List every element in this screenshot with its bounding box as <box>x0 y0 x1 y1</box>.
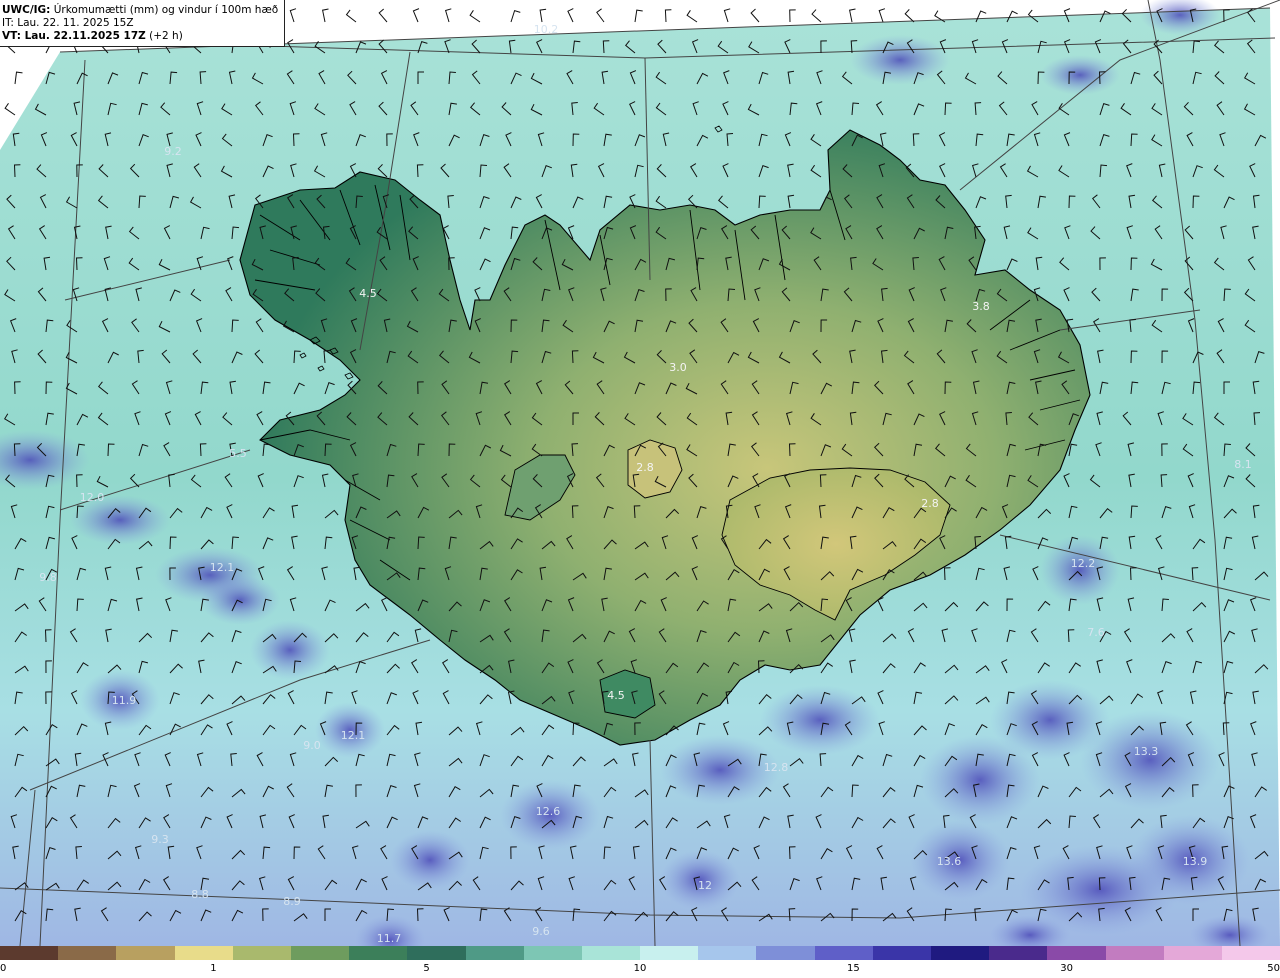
value-label: 12.8 <box>764 761 789 774</box>
colorbar-segment <box>989 946 1048 960</box>
colorbar-tick-label: 1 <box>210 963 217 974</box>
value-label: 12.2 <box>1071 557 1096 570</box>
colorbar-segment <box>116 946 175 960</box>
map-title: Úrkomumætti (mm) og vindur í 100m hæð <box>53 4 279 16</box>
colorbar-segment <box>290 946 350 960</box>
value-label: 12.0 <box>80 491 105 504</box>
value-label: 9.0 <box>303 739 321 752</box>
colorbar-segment <box>465 946 524 960</box>
value-label: 12.6 <box>536 805 561 818</box>
value-label: 13.6 <box>937 855 962 868</box>
colorbar-segment <box>1163 946 1222 960</box>
colorbar-segment <box>581 946 641 960</box>
value-label: 2.8 <box>921 497 939 510</box>
colorbar-segment <box>1105 946 1164 960</box>
value-label: 3.8 <box>972 300 990 313</box>
precip-blob <box>850 35 950 85</box>
value-label: 11.7 <box>377 932 402 945</box>
value-label: 12.1 <box>341 729 366 742</box>
colorbar-segment <box>349 946 408 960</box>
colorbar-segment <box>872 946 931 960</box>
precip-blob <box>1040 535 1120 605</box>
colorbar-segment <box>523 946 582 960</box>
value-label: 11.9 <box>112 694 137 707</box>
colorbar-tick-label: 50 <box>1267 963 1280 974</box>
precip-blob <box>760 685 880 755</box>
colorbar-segment <box>407 946 466 960</box>
colorbar-legend: 0 1 5 10 15 30 50 <box>0 946 1280 978</box>
colorbar-segment <box>1221 946 1280 960</box>
map-canvas: 10.2 9.2 4.5 3.8 3.0 2.8 5.5 12.0 2.8 8.1 12.1 9.8 1… <box>0 0 1280 946</box>
valid-time: VT: Lau. 22.11.2025 17Z <box>2 30 146 42</box>
value-label: 5.5 <box>229 447 247 460</box>
value-label: 13.9 <box>1183 855 1208 868</box>
value-label: 4.5 <box>359 287 377 300</box>
colorbar-tick-label: 30 <box>1060 963 1073 974</box>
value-label: 9.3 <box>151 833 169 846</box>
colorbar-tick-label: 10 <box>633 963 647 974</box>
colorbar-segment <box>0 946 59 960</box>
precip-blob <box>1040 55 1120 95</box>
value-label: 3.0 <box>669 361 687 374</box>
colorbar-strip <box>0 946 1280 960</box>
colorbar-segment <box>698 946 757 960</box>
init-time: IT: Lau. 22. 11. 2025 15Z <box>2 17 134 29</box>
lead-time: (+2 h) <box>149 30 183 42</box>
colorbar-segment <box>640 946 699 960</box>
colorbar-segment <box>174 946 233 960</box>
value-label: 9.8 <box>39 571 57 584</box>
precip-blob <box>660 735 780 805</box>
colorbar-segment <box>814 946 873 960</box>
value-label: 8.1 <box>1234 458 1252 471</box>
value-label: 9.6 <box>532 925 550 938</box>
value-label: 7.6 <box>1087 626 1105 639</box>
precip-blob <box>390 830 470 890</box>
value-label: 10.2 <box>534 23 559 36</box>
precip-blob <box>250 620 330 680</box>
value-label: 12 <box>698 879 712 892</box>
value-label: 8.9 <box>283 895 301 908</box>
value-label: 9.2 <box>164 145 182 158</box>
colorbar-tick-label: 15 <box>847 963 860 974</box>
colorbar-segment <box>931 946 990 960</box>
value-label: 8.8 <box>191 888 209 901</box>
map-info-box: UWC/IG: Úrkomumætti (mm) og vindur í 100… <box>0 0 286 47</box>
colorbar-segment <box>1047 946 1106 960</box>
colorbar-tick-label: 0 <box>0 963 7 974</box>
colorbar-segment <box>232 946 291 960</box>
colorbar-segment <box>756 946 815 960</box>
colorbar-tick-label: 5 <box>423 963 430 974</box>
colorbar-segment <box>58 946 117 960</box>
precip-blob <box>920 735 1040 825</box>
model-name: UWC/IG: <box>2 4 51 16</box>
precip-blob <box>1080 710 1220 810</box>
value-label: 2.8 <box>636 461 654 474</box>
weather-map[interactable]: 10.2 9.2 4.5 3.8 3.0 2.8 5.5 12.0 2.8 8.1 12.1 9.8 1… <box>0 0 1280 946</box>
value-label: 12.1 <box>210 561 235 574</box>
value-label: 13.3 <box>1134 745 1159 758</box>
value-label: 4.5 <box>607 689 625 702</box>
